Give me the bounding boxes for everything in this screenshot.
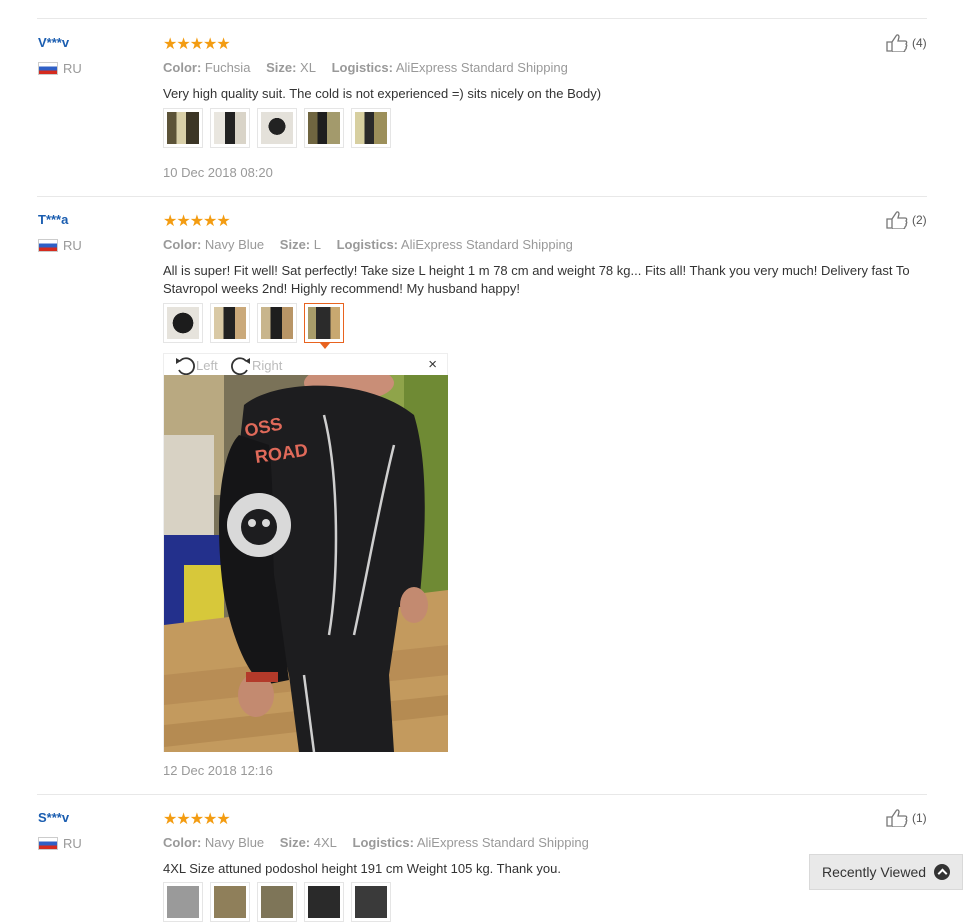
reviewer-country: RU <box>38 836 82 851</box>
review-photo-image: OSS ROAD <box>164 375 448 752</box>
logistics-label: Logistics: <box>331 60 393 75</box>
russia-flag-icon <box>38 239 58 252</box>
photo-thumbnail[interactable] <box>351 882 391 922</box>
size-value: L <box>313 237 321 252</box>
photo-thumbnail[interactable] <box>257 303 297 343</box>
chevron-up-icon <box>934 864 951 880</box>
size-value: XL <box>300 60 316 75</box>
rotate-left-button[interactable]: Left <box>174 355 218 375</box>
photo-thumbnail[interactable] <box>304 882 344 922</box>
photo-thumbnail[interactable] <box>257 882 297 922</box>
rotate-left-label: Left <box>196 357 218 373</box>
thumbs-up-icon <box>886 211 908 229</box>
size-label: Size: <box>279 835 311 850</box>
logistics-label: Logistics: <box>336 237 399 252</box>
helpful-button[interactable]: (1) <box>886 809 927 827</box>
photo-thumbnail[interactable] <box>210 108 250 148</box>
size-value: 4XL <box>313 835 337 850</box>
photo-thumbnail[interactable] <box>351 108 391 148</box>
review-divider <box>37 196 927 197</box>
color-label: Color: <box>163 60 202 75</box>
logistics-value: AliExpress Standard Shipping <box>400 237 573 252</box>
top-divider <box>37 18 927 19</box>
photo-thumbnail-selected[interactable] <box>304 303 344 349</box>
reviewer-country: RU <box>38 61 82 76</box>
helpful-button[interactable]: (2) <box>886 211 927 229</box>
review-text: All is super! Fit well! Sat perfectly! T… <box>163 263 910 296</box>
photo-thumbnail[interactable] <box>210 303 250 343</box>
photo-thumbnail[interactable] <box>304 108 344 148</box>
recently-viewed-label: Recently Viewed <box>822 864 927 880</box>
color-value: Navy Blue <box>204 237 265 252</box>
review-date: 10 Dec 2018 08:20 <box>163 165 273 180</box>
rotate-left-icon <box>176 357 195 375</box>
review-photo-large: OSS ROAD <box>164 375 448 752</box>
rotate-right-label: Right <box>252 357 283 373</box>
order-attributes: Color: Navy Blue Size: 4XL Logistics: Al… <box>163 835 589 850</box>
thumbs-up-icon <box>886 809 908 827</box>
review-photos <box>163 108 398 148</box>
helpful-count: (2) <box>912 213 927 227</box>
country-code: RU <box>63 836 82 851</box>
country-code: RU <box>63 61 82 76</box>
close-icon[interactable]: × <box>428 356 437 373</box>
photo-thumbnail[interactable] <box>163 882 203 922</box>
reviewer-country: RU <box>38 238 82 253</box>
logistics-value: AliExpress Standard Shipping <box>395 60 568 75</box>
color-value: Fuchsia <box>204 60 251 75</box>
logistics-value: AliExpress Standard Shipping <box>416 835 589 850</box>
logistics-label: Logistics: <box>352 835 414 850</box>
size-label: Size: <box>279 237 311 252</box>
color-value: Navy Blue <box>204 835 265 850</box>
russia-flag-icon <box>38 837 58 850</box>
star-rating: ★★★★★ <box>163 811 231 828</box>
helpful-count: (4) <box>912 36 927 50</box>
star-rating: ★★★★★ <box>163 213 231 230</box>
russia-flag-icon <box>38 62 58 75</box>
reviewer-name[interactable]: S***v <box>38 810 69 825</box>
review-photos <box>163 882 398 922</box>
color-label: Color: <box>163 237 202 252</box>
size-label: Size: <box>266 60 297 75</box>
reviewer-name[interactable]: T***a <box>38 212 68 227</box>
helpful-button[interactable]: (4) <box>886 34 927 52</box>
photo-viewer: Left Right × OSS ROAD <box>163 353 448 752</box>
review-text: Very high quality suit. The cold is not … <box>163 86 602 101</box>
reviewer-name[interactable]: V***v <box>38 35 69 50</box>
photo-thumbnail[interactable] <box>163 303 203 343</box>
color-label: Color: <box>163 835 202 850</box>
rotate-right-button[interactable]: Right <box>230 355 282 375</box>
order-attributes: Color: Navy Blue Size: L Logistics: AliE… <box>163 237 573 252</box>
photo-thumbnail[interactable] <box>210 882 250 922</box>
review-date: 12 Dec 2018 12:16 <box>163 763 273 778</box>
review-divider <box>37 794 927 795</box>
rotate-right-icon <box>231 357 250 375</box>
photo-thumbnail[interactable] <box>163 108 203 148</box>
helpful-count: (1) <box>912 811 927 825</box>
viewer-toolbar: Left Right × <box>164 354 447 375</box>
country-code: RU <box>63 238 82 253</box>
thumbs-up-icon <box>886 34 908 52</box>
review-photos <box>163 303 351 349</box>
recently-viewed-button[interactable]: Recently Viewed <box>809 854 963 890</box>
order-attributes: Color: Fuchsia Size: XL Logistics: AliEx… <box>163 60 568 75</box>
star-rating: ★★★★★ <box>163 36 231 53</box>
photo-thumbnail[interactable] <box>257 108 297 148</box>
